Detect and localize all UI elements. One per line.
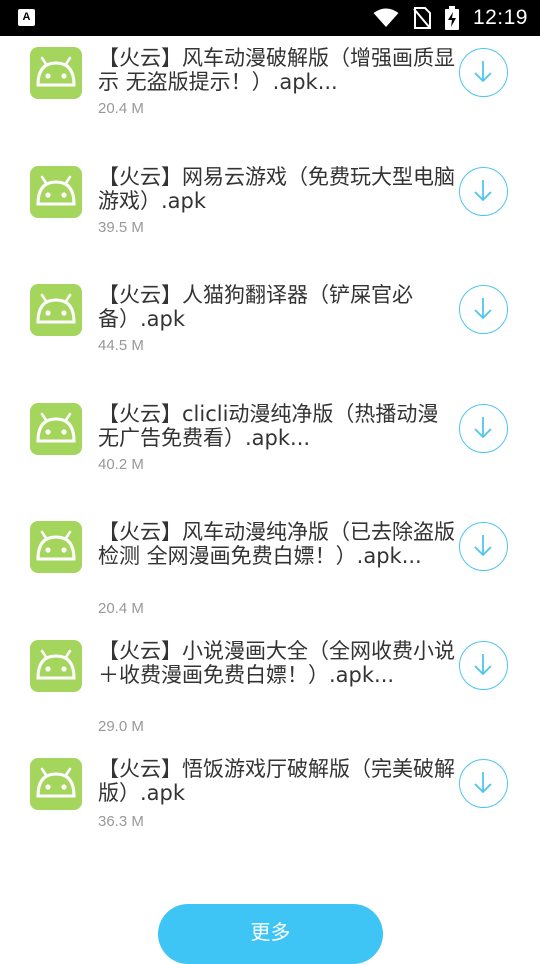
android-app-icon	[30, 403, 82, 455]
download-button[interactable]	[459, 641, 508, 690]
notification-icon: A	[18, 9, 35, 26]
download-arrow-icon	[474, 772, 492, 794]
item-size: 29.0 M	[98, 718, 144, 735]
status-icons: 12:19	[373, 0, 528, 36]
item-title: 【火云】风车动漫纯净版（已去除盗版检测 全网漫画免费白嫖！）.apk...	[98, 520, 455, 568]
item-title: 【火云】人猫狗翻译器（铲屎官必备）.apk	[98, 283, 413, 331]
download-arrow-icon	[474, 298, 492, 320]
download-button[interactable]	[459, 759, 508, 808]
download-arrow-icon	[474, 417, 492, 439]
download-arrow-icon	[474, 61, 492, 83]
list-item[interactable]: 【火云】悟饭游戏厅破解版（完美破解版）.apk 36.3 M	[0, 747, 540, 865]
item-title: 【火云】网易云游戏（免费玩大型电脑游戏）.apk	[98, 165, 455, 213]
item-size: 36.3 M	[98, 813, 144, 830]
item-size: 40.2 M	[98, 456, 144, 473]
download-arrow-icon	[474, 654, 492, 676]
item-size: 39.5 M	[98, 219, 144, 236]
status-bar: A 12:19	[0, 0, 540, 36]
android-app-icon	[30, 758, 82, 810]
item-title: 【火云】小说漫画大全（全网收费小说＋收费漫画免费白嫖！）.apk...	[98, 639, 455, 687]
android-app-icon	[30, 521, 82, 573]
list-item[interactable]: 【火云】clicli动漫纯净版（热播动漫无广告免费看）.apk... 40.2 …	[0, 392, 540, 510]
item-title: 【火云】clicli动漫纯净版（热播动漫无广告免费看）.apk...	[98, 402, 439, 450]
item-size: 20.4 M	[98, 600, 144, 617]
android-app-icon	[30, 47, 82, 99]
android-app-icon	[30, 166, 82, 218]
list-item[interactable]: 【火云】风车动漫破解版（增强画质显示 无盗版提示！）.apk... 20.4 M	[0, 36, 540, 154]
more-button[interactable]: 更多	[158, 904, 383, 964]
list-item[interactable]: 【火云】人猫狗翻译器（铲屎官必备）.apk 44.5 M	[0, 273, 540, 391]
status-time: 12:19	[472, 6, 528, 29]
item-title: 【火云】风车动漫破解版（增强画质显示 无盗版提示！）.apk...	[98, 46, 455, 94]
download-button[interactable]	[459, 48, 508, 97]
android-app-icon	[30, 284, 82, 336]
no-sim-icon	[413, 7, 431, 29]
download-arrow-icon	[474, 535, 492, 557]
wifi-icon	[373, 8, 399, 27]
android-app-icon	[30, 640, 82, 692]
list-item[interactable]: 【火云】风车动漫纯净版（已去除盗版检测 全网漫画免费白嫖！）.apk... 20…	[0, 510, 540, 628]
battery-charging-icon	[444, 6, 459, 30]
download-button[interactable]	[459, 404, 508, 453]
download-button[interactable]	[459, 522, 508, 571]
item-title: 【火云】悟饭游戏厅破解版（完美破解版）.apk	[98, 757, 455, 805]
download-button[interactable]	[459, 167, 508, 216]
item-size: 44.5 M	[98, 337, 144, 354]
download-button[interactable]	[459, 285, 508, 334]
item-size: 20.4 M	[98, 100, 144, 117]
list-item[interactable]: 【火云】小说漫画大全（全网收费小说＋收费漫画免费白嫖！）.apk... 29.0…	[0, 629, 540, 747]
list-item[interactable]: 【火云】网易云游戏（免费玩大型电脑游戏）.apk 39.5 M	[0, 155, 540, 273]
download-arrow-icon	[474, 180, 492, 202]
